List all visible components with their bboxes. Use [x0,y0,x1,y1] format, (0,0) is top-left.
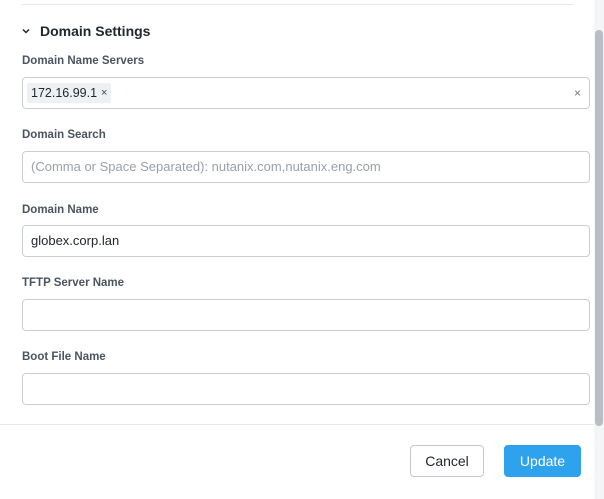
domain-settings-toggle[interactable]: Domain Settings [22,21,150,41]
update-button[interactable]: Update [504,445,581,477]
domain-search-input[interactable]: (Comma or Space Separated): nutanix.com,… [22,151,590,183]
domain-name-servers-input[interactable]: 172.16.99.1 × × [22,77,590,109]
domain-name-label: Domain Name [22,204,99,216]
dhcp-settings-dialog: Domain Settings Domain Name Servers 172.… [0,0,594,499]
dns-server-tag-label: 172.16.99.1 [31,86,98,100]
scrollbar-thumb[interactable] [595,30,603,426]
clear-all-icon[interactable]: × [574,78,581,108]
tftp-server-name-label: TFTP Server Name [22,277,125,289]
boot-file-name-label: Boot File Name [22,351,106,363]
domain-name-input[interactable]: globex.corp.lan [22,225,590,257]
domain-search-label: Domain Search [22,129,106,141]
top-divider [22,4,574,5]
section-title: Domain Settings [40,23,151,39]
cancel-button[interactable]: Cancel [410,445,484,477]
dns-server-tag: 172.16.99.1 × [27,83,112,103]
boot-file-name-input[interactable] [22,373,590,405]
footer-divider [0,424,594,425]
chevron-down-icon [22,28,30,34]
domain-name-servers-label: Domain Name Servers [22,55,145,67]
tftp-server-name-input[interactable] [22,299,590,331]
tag-remove-icon[interactable]: × [101,83,107,103]
